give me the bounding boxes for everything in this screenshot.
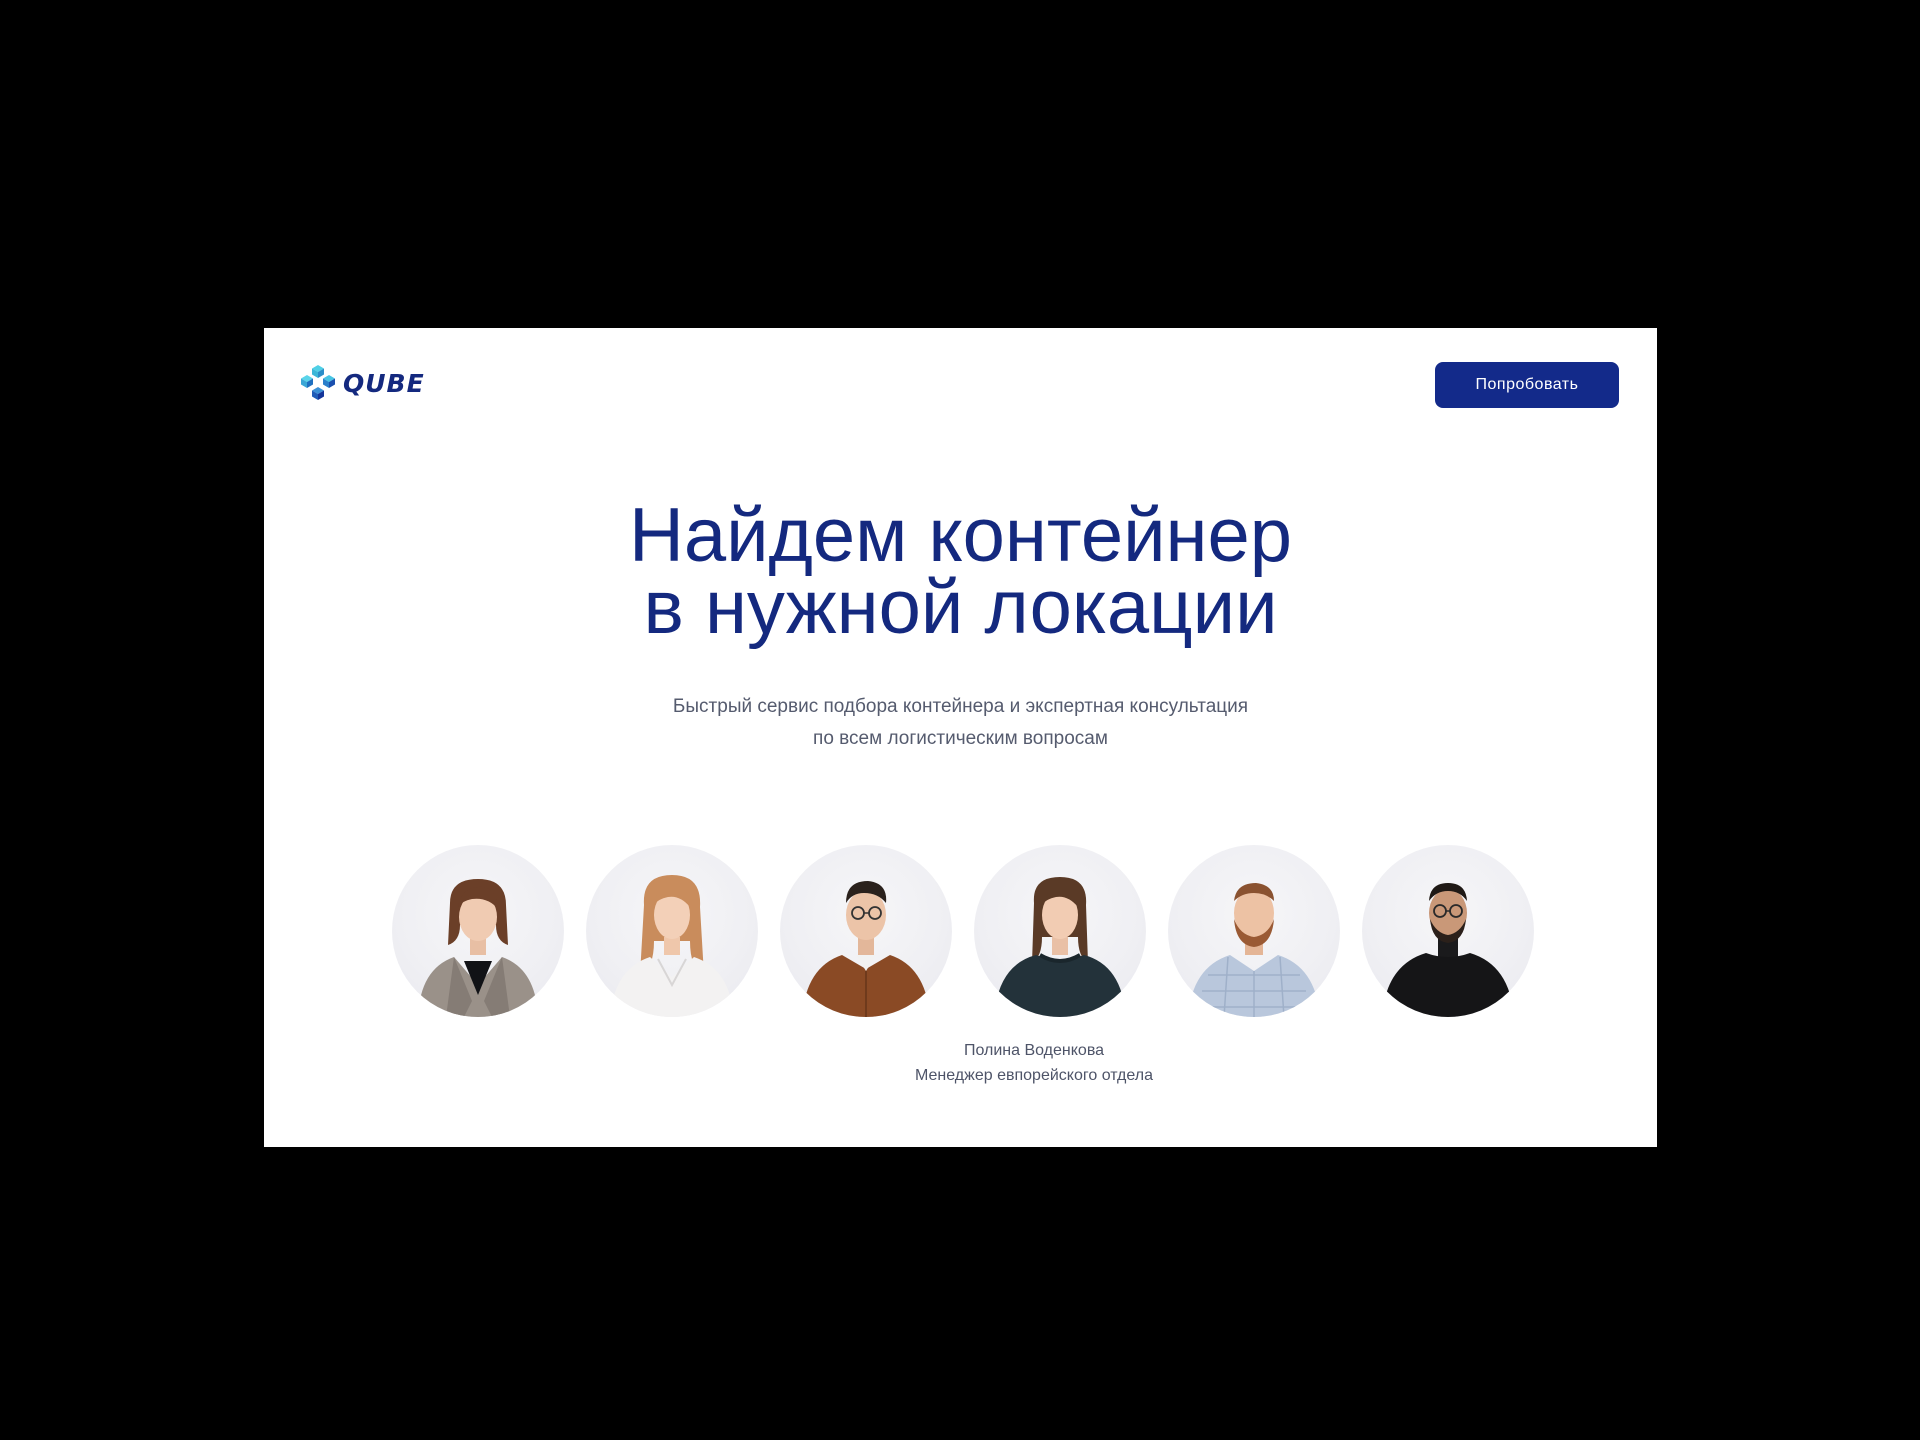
woman-white-blouse-avatar[interactable] (586, 845, 758, 1017)
member-caption: Полина Воденкова Менеджер евпорейского о… (884, 1038, 1184, 1088)
man-black-turtleneck-avatar[interactable] (1362, 845, 1534, 1017)
hexagon-cubes-logo-icon (301, 365, 335, 400)
qube-logo[interactable]: QUBE (299, 363, 425, 403)
woman-grey-blazer-avatar[interactable] (392, 845, 564, 1017)
avatar-illustration (610, 875, 734, 1017)
member-name: Полина Воденкова (963, 1042, 1105, 1059)
hero-title-line-1: Найдем контейнер (628, 493, 1293, 578)
try-button[interactable]: Попробовать (1435, 362, 1619, 408)
avatar-illustration (802, 881, 930, 1017)
hero-title: Найдем контейнер в нужной локации (264, 493, 1657, 650)
avatar-illustration (1382, 883, 1514, 1017)
hero-subtitle: Быстрый сервис подбора контейнера и эксп… (264, 691, 1657, 755)
avatar-illustration (994, 877, 1126, 1017)
hero-subtitle-line-2: по всем логистическим вопросам (813, 728, 1108, 749)
avatar-illustration (418, 879, 538, 1017)
landing-page: QUBE Попробовать Найдем контейнер в нужн… (264, 328, 1657, 1147)
logo-wordmark: QUBE (343, 368, 425, 398)
man-checked-shirt-beard-avatar[interactable] (1168, 845, 1340, 1017)
woman-dark-sweater-avatar[interactable] (974, 845, 1146, 1017)
hero-subtitle-line-1: Быстрый сервис подбора контейнера и эксп… (672, 696, 1249, 717)
team-avatars (392, 845, 1534, 1025)
hero-title-line-2: в нужной локации (643, 565, 1278, 650)
man-brown-shirt-glasses-avatar[interactable] (780, 845, 952, 1017)
avatar-illustration (1188, 883, 1320, 1017)
member-role: Менеджер евпорейского отдела (915, 1067, 1153, 1084)
